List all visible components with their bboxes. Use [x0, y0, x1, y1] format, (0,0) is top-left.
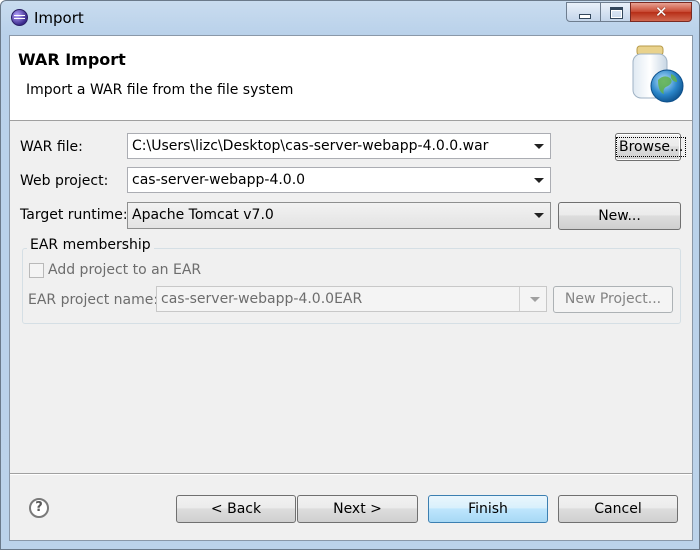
browse-button-label: Browse... [616, 137, 687, 157]
finish-button[interactable]: Finish [428, 495, 548, 523]
eclipse-icon [11, 9, 28, 26]
ear-project-name-combo[interactable]: cas-server-webapp-4.0.0EAR [156, 286, 547, 312]
ear-project-name-label: EAR project name: [28, 292, 159, 308]
minimize-button[interactable] [566, 2, 601, 22]
ear-project-name-value: cas-server-webapp-4.0.0EAR [161, 291, 363, 307]
maximize-button[interactable] [600, 2, 631, 22]
target-runtime-select[interactable]: Apache Tomcat v7.0 [127, 202, 551, 229]
chevron-down-icon[interactable] [530, 297, 540, 302]
footer-separator [10, 473, 692, 475]
new-runtime-button[interactable]: New... [558, 202, 681, 230]
dialog-client-area: WAR Import Import a WAR file from the fi… [9, 35, 693, 541]
target-runtime-label: Target runtime: [20, 207, 128, 223]
web-project-label: Web project: [20, 173, 109, 189]
war-file-combo[interactable]: C:\Users\lizc\Desktop\cas-server-webapp-… [127, 133, 551, 159]
web-project-combo[interactable]: cas-server-webapp-4.0.0 [127, 167, 551, 193]
import-dialog: Import ✕ WAR Import Import a WAR file fr… [0, 0, 700, 550]
next-button[interactable]: Next > [297, 495, 418, 523]
chevron-down-icon[interactable] [534, 178, 544, 183]
maximize-icon [610, 7, 623, 19]
war-file-label: WAR file: [20, 139, 83, 155]
cancel-button[interactable]: Cancel [558, 495, 678, 523]
target-runtime-value: Apache Tomcat v7.0 [132, 207, 274, 223]
browse-button[interactable]: Browse... [615, 133, 687, 161]
minimize-icon [579, 14, 591, 19]
new-ear-project-button[interactable]: New Project... [553, 286, 673, 313]
title-bar[interactable]: Import ✕ [1, 1, 699, 35]
back-button[interactable]: < Back [176, 495, 296, 523]
chevron-down-icon[interactable] [534, 213, 544, 218]
add-to-ear-checkbox[interactable] [29, 263, 44, 278]
war-file-value: C:\Users\lizc\Desktop\cas-server-webapp-… [132, 138, 489, 154]
help-icon[interactable]: ? [29, 498, 49, 518]
ear-membership-title: EAR membership [27, 237, 154, 253]
chevron-down-icon[interactable] [534, 144, 544, 149]
wizard-title: WAR Import [18, 50, 126, 69]
wizard-banner: WAR Import Import a WAR file from the fi… [10, 36, 692, 121]
close-button[interactable]: ✕ [630, 2, 692, 22]
close-icon: ✕ [655, 3, 668, 21]
wizard-description: Import a WAR file from the file system [26, 82, 294, 98]
window-title: Import [34, 9, 84, 27]
jar-globe-icon [632, 45, 684, 103]
web-project-value: cas-server-webapp-4.0.0 [132, 172, 306, 188]
add-to-ear-label: Add project to an EAR [48, 262, 202, 278]
